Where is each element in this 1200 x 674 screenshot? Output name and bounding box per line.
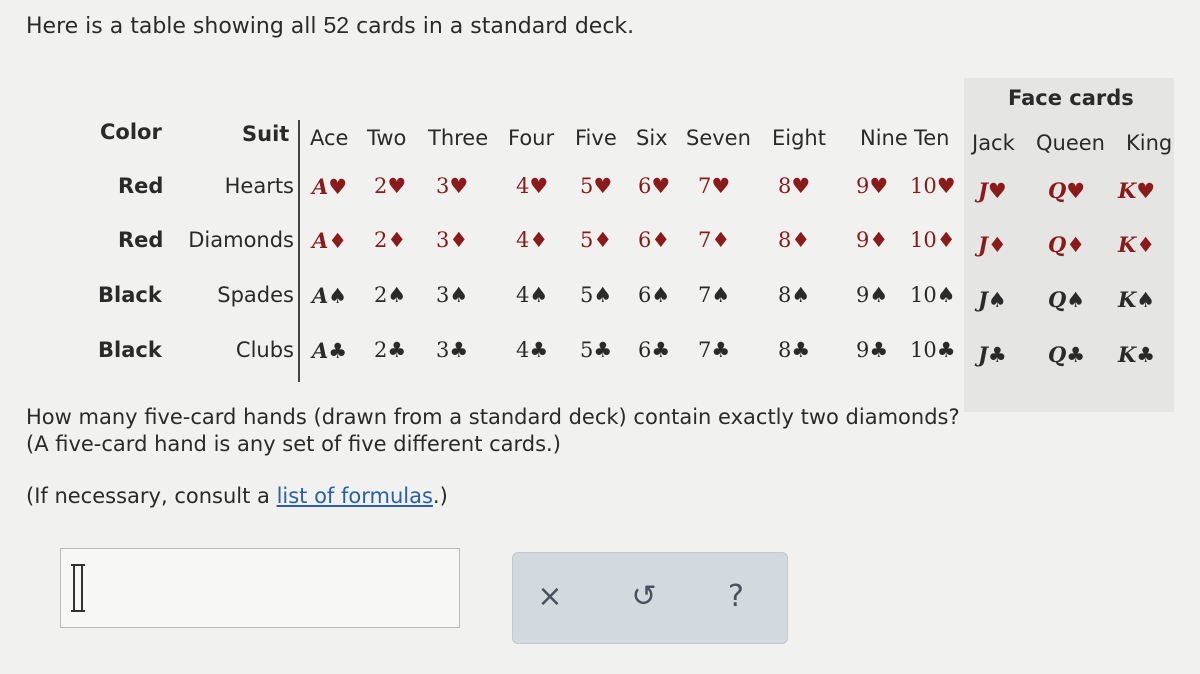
rank-header-five: Five [575, 126, 617, 150]
card-cell: J♦ [978, 232, 1007, 257]
card-cell: 7♠ [698, 283, 731, 307]
hint-before: (If necessary, consult a [26, 484, 277, 508]
row-color-label: Black [98, 338, 162, 362]
card-cell: 5♣ [580, 338, 613, 362]
row-suit-label: Clubs [235, 338, 294, 362]
question-line-1: How many five-card hands (drawn from a s… [26, 405, 960, 429]
clear-button[interactable]: × [525, 571, 575, 621]
card-cell: J♠ [978, 287, 1007, 312]
card-cell: 6♠ [638, 283, 671, 307]
card-cell: Q♦ [1048, 232, 1086, 257]
rank-header-jack: Jack [972, 131, 1015, 155]
card-cell: 8♥ [778, 174, 811, 198]
row-suit-label: Diamonds [188, 228, 294, 252]
suit-divider [298, 120, 300, 382]
answer-tools-panel: × ↺ ? [512, 552, 788, 644]
card-cell: Q♣ [1048, 342, 1086, 367]
undo-icon: ↺ [631, 578, 657, 614]
card-cell: 10♥ [910, 174, 956, 198]
rank-header-seven: Seven [686, 126, 751, 150]
card-cell: 2♣ [374, 338, 407, 362]
card-cell: Q♠ [1048, 287, 1086, 312]
card-cell: Q♥ [1048, 178, 1086, 203]
card-cell: 2♠ [374, 283, 407, 307]
card-cell: 10♣ [910, 338, 956, 362]
face-cards-label: Face cards [1008, 86, 1134, 110]
card-cell: J♣ [978, 342, 1007, 367]
row-color-label: Red [118, 228, 164, 252]
card-cell: 9♦ [856, 228, 889, 252]
hint-text: (If necessary, consult a list of formula… [26, 484, 448, 508]
card-cell: A♠ [312, 283, 348, 308]
card-cell: A♥ [312, 174, 348, 199]
row-suit-label: Hearts [224, 174, 294, 198]
x-icon: × [537, 578, 563, 614]
card-cell: 6♥ [638, 174, 671, 198]
question-text: How many five-card hands (drawn from a s… [26, 404, 960, 458]
card-cell: 7♥ [698, 174, 731, 198]
card-cell: 8♠ [778, 283, 811, 307]
rank-header-king: King [1126, 131, 1173, 155]
question-line-2: (A five-card hand is any set of five dif… [26, 432, 561, 456]
intro-number: 52 [323, 12, 350, 38]
card-cell: 4♣ [516, 338, 549, 362]
card-cell: 6♦ [638, 228, 671, 252]
text-cursor-icon [71, 564, 85, 612]
card-cell: A♦ [312, 228, 348, 253]
card-cell: 9♠ [856, 283, 889, 307]
card-cell: 9♥ [856, 174, 889, 198]
undo-button[interactable]: ↺ [619, 571, 669, 621]
row-color-label: Black [98, 283, 162, 307]
rank-header-ace: Ace [310, 126, 349, 150]
card-cell: K♥ [1118, 178, 1156, 203]
card-cell: 10♠ [910, 283, 956, 307]
hint-after: .) [432, 484, 448, 508]
card-cell: 2♦ [374, 228, 407, 252]
help-icon: ? [728, 578, 744, 614]
answer-input[interactable] [60, 548, 460, 628]
card-cell: 2♥ [374, 174, 407, 198]
help-button[interactable]: ? [711, 571, 761, 621]
row-color-label: Red [118, 174, 164, 198]
rank-header-nine: Nine [860, 126, 908, 150]
card-cell: J♥ [978, 178, 1007, 203]
rank-header-ten: Ten [914, 126, 950, 150]
card-cell: K♦ [1118, 232, 1156, 257]
card-cell: 8♣ [778, 338, 811, 362]
rank-header-four: Four [508, 126, 555, 150]
card-cell: 8♦ [778, 228, 811, 252]
rank-header-six: Six [636, 126, 668, 150]
card-cell: 7♦ [698, 228, 731, 252]
suit-header: Suit [242, 122, 290, 146]
intro-text: Here is a table showing all 52 cards in … [26, 12, 634, 39]
card-cell: 3♥ [436, 174, 469, 198]
card-cell: 7♣ [698, 338, 731, 362]
card-cell: K♠ [1118, 287, 1156, 312]
card-cell: 4♠ [516, 283, 549, 307]
card-cell: 5♠ [580, 283, 613, 307]
rank-header-eight: Eight [772, 126, 826, 150]
card-cell: 3♣ [436, 338, 469, 362]
card-cell: 5♦ [580, 228, 613, 252]
list-of-formulas-link[interactable]: list of formulas [277, 484, 433, 508]
card-cell: 5♥ [580, 174, 613, 198]
card-cell: 4♥ [516, 174, 549, 198]
card-cell: 9♣ [856, 338, 889, 362]
intro-after: cards in a standard deck. [349, 14, 635, 39]
rank-header-queen: Queen [1036, 131, 1105, 155]
card-cell: K♣ [1118, 342, 1156, 367]
color-header: Color [100, 120, 162, 144]
rank-header-three: Three [428, 126, 489, 150]
intro-before: Here is a table showing all [26, 14, 324, 39]
card-cell: 3♦ [436, 228, 469, 252]
row-suit-label: Spades [217, 283, 294, 307]
card-cell: 3♠ [436, 283, 469, 307]
card-cell: 4♦ [516, 228, 549, 252]
card-cell: 10♦ [910, 228, 956, 252]
card-cell: A♣ [312, 338, 348, 363]
rank-header-two: Two [367, 126, 407, 150]
card-cell: 6♣ [638, 338, 671, 362]
